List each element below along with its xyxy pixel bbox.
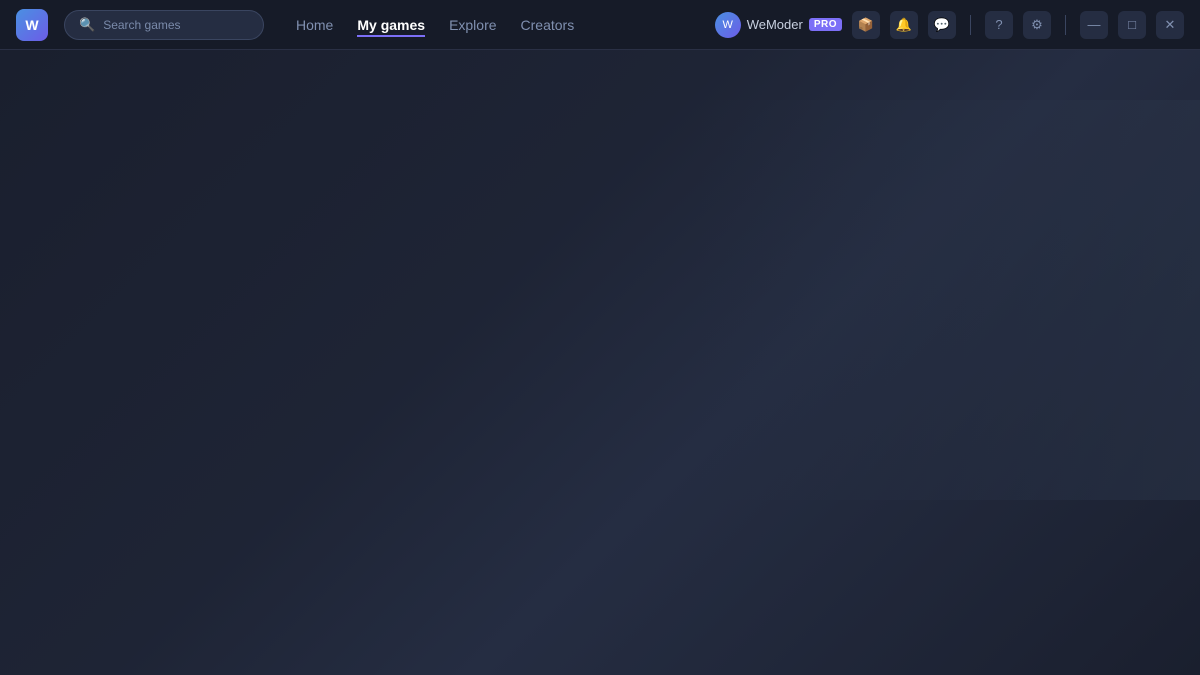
minimize-button[interactable]: — bbox=[1080, 11, 1108, 39]
search-bar[interactable]: 🔍 Search games bbox=[64, 10, 264, 40]
app-logo[interactable]: W bbox=[16, 9, 48, 41]
game-art-bg bbox=[700, 100, 1200, 500]
help-icon[interactable]: ? bbox=[985, 11, 1013, 39]
notifications-icon[interactable]: 🔔 bbox=[890, 11, 918, 39]
discord-icon[interactable]: 💬 bbox=[928, 11, 956, 39]
header-separator-2 bbox=[1065, 15, 1066, 35]
user-name: WeModer bbox=[747, 17, 803, 32]
nav-my-games[interactable]: My games bbox=[357, 13, 425, 37]
nav-explore[interactable]: Explore bbox=[449, 13, 496, 37]
nav-home[interactable]: Home bbox=[296, 13, 333, 37]
avatar: W bbox=[715, 12, 741, 38]
inventory-icon[interactable]: 📦 bbox=[852, 11, 880, 39]
app-header: W 🔍 Search games Home My games Explore C… bbox=[0, 0, 1200, 50]
search-icon: 🔍 bbox=[79, 17, 95, 33]
main-nav: Home My games Explore Creators bbox=[296, 13, 699, 37]
close-button[interactable]: ✕ bbox=[1156, 11, 1184, 39]
user-badge: W WeModer PRO bbox=[715, 12, 842, 38]
main-content: My games › Victoria 3 ☆ ⚡ Save mods 1 ▶ … bbox=[0, 50, 1200, 675]
header-separator bbox=[970, 15, 971, 35]
settings-icon[interactable]: ⚙ bbox=[1023, 11, 1051, 39]
nav-creators[interactable]: Creators bbox=[521, 13, 575, 37]
pro-badge: PRO bbox=[809, 18, 842, 31]
search-placeholder: Search games bbox=[103, 18, 180, 32]
header-right: W WeModer PRO 📦 🔔 💬 ? ⚙ — □ ✕ bbox=[715, 11, 1184, 39]
maximize-button[interactable]: □ bbox=[1118, 11, 1146, 39]
